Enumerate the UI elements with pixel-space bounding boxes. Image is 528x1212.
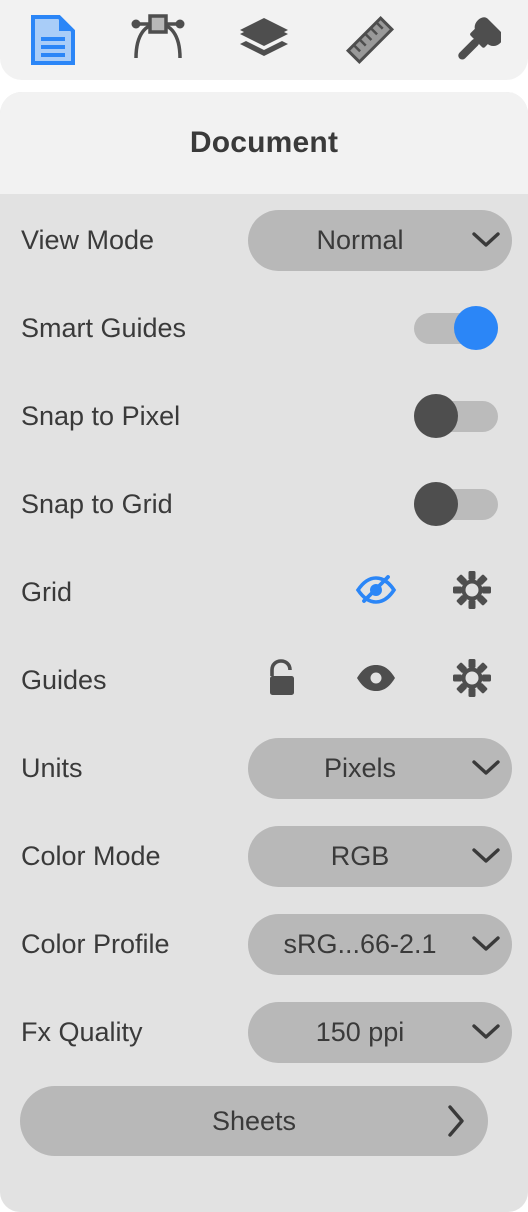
guides-settings-button[interactable]: [449, 657, 495, 703]
grid-label: Grid: [21, 576, 73, 607]
sheets-label: Sheets: [211, 1105, 297, 1136]
row-grid: Grid: [0, 548, 528, 636]
view-mode-label: View Mode: [21, 224, 155, 255]
row-sheets: Sheets: [0, 1076, 528, 1166]
gear-icon: [453, 658, 491, 702]
row-color-profile: Color Profile sRG...66-2.1: [0, 900, 528, 988]
document-settings-panel-screen: Document View Mode Normal Smart Guides S…: [0, 0, 528, 1212]
toggle-knob: [454, 306, 498, 350]
units-value: Pixels: [323, 752, 397, 783]
document-tab[interactable]: [0, 0, 106, 80]
snap-to-pixel-toggle[interactable]: [414, 394, 498, 438]
row-snap-to-grid: Snap to Grid: [0, 460, 528, 548]
row-guides: Guides: [0, 636, 528, 724]
chevron-right-icon: [446, 1104, 466, 1138]
eye-off-icon: [355, 574, 397, 611]
unlock-icon: [265, 658, 297, 703]
tool-tab-bar: [0, 0, 528, 80]
row-fx-quality: Fx Quality 150 ppi: [0, 988, 528, 1076]
row-units: Units Pixels: [0, 724, 528, 812]
toggle-knob: [414, 482, 458, 526]
snap-to-grid-toggle[interactable]: [414, 482, 498, 526]
brush-tab[interactable]: [422, 0, 528, 80]
units-dropdown[interactable]: Pixels: [248, 737, 512, 799]
panel-header: Document: [0, 92, 528, 194]
color-mode-label: Color Mode: [21, 840, 161, 871]
row-color-mode: Color Mode RGB: [0, 812, 528, 900]
chevron-down-icon: [460, 847, 512, 865]
fx-quality-value: 150 ppi: [315, 1016, 405, 1047]
settings-rows: View Mode Normal Smart Guides Snap to Pi…: [0, 194, 528, 1166]
chevron-down-icon: [460, 1023, 512, 1041]
color-profile-value: sRG...66-2.1: [283, 928, 437, 959]
snap-to-grid-label: Snap to Grid: [21, 488, 173, 519]
gear-icon: [453, 570, 491, 614]
smart-guides-toggle[interactable]: [414, 306, 498, 350]
fx-quality-dropdown[interactable]: 150 ppi: [248, 1001, 512, 1063]
chevron-down-icon: [460, 231, 512, 249]
ruler-tab[interactable]: [317, 0, 423, 80]
grid-settings-button[interactable]: [449, 569, 495, 615]
bezier-node-icon: [128, 12, 188, 68]
ruler-icon: [343, 13, 397, 67]
fx-quality-label: Fx Quality: [21, 1016, 143, 1047]
guides-label: Guides: [21, 664, 107, 695]
color-mode-value: RGB: [330, 840, 390, 871]
layers-icon: [238, 16, 290, 64]
eye-icon: [355, 663, 397, 698]
page-title: Document: [189, 126, 339, 159]
document-panel: Document View Mode Normal Smart Guides S…: [0, 92, 528, 1212]
units-label: Units: [21, 752, 83, 783]
node-tab[interactable]: [106, 0, 212, 80]
view-mode-value: Normal: [316, 224, 404, 255]
row-smart-guides: Smart Guides: [0, 284, 528, 372]
color-mode-dropdown[interactable]: RGB: [248, 825, 512, 887]
chevron-down-icon: [460, 935, 512, 953]
layers-tab[interactable]: [211, 0, 317, 80]
sheets-button[interactable]: Sheets: [20, 1086, 488, 1156]
row-view-mode: View Mode Normal: [0, 196, 528, 284]
document-icon: [30, 15, 75, 65]
paintbrush-icon: [449, 14, 502, 66]
guides-lock-button[interactable]: [258, 657, 304, 703]
color-profile-dropdown[interactable]: sRG...66-2.1: [248, 913, 512, 975]
toggle-knob: [414, 394, 458, 438]
snap-to-pixel-label: Snap to Pixel: [21, 400, 181, 431]
view-mode-dropdown[interactable]: Normal: [248, 209, 512, 271]
smart-guides-label: Smart Guides: [21, 312, 187, 343]
guides-visibility-button[interactable]: [353, 657, 399, 703]
row-snap-to-pixel: Snap to Pixel: [0, 372, 528, 460]
grid-visibility-button[interactable]: [353, 569, 399, 615]
chevron-down-icon: [460, 759, 512, 777]
color-profile-label: Color Profile: [21, 928, 170, 959]
